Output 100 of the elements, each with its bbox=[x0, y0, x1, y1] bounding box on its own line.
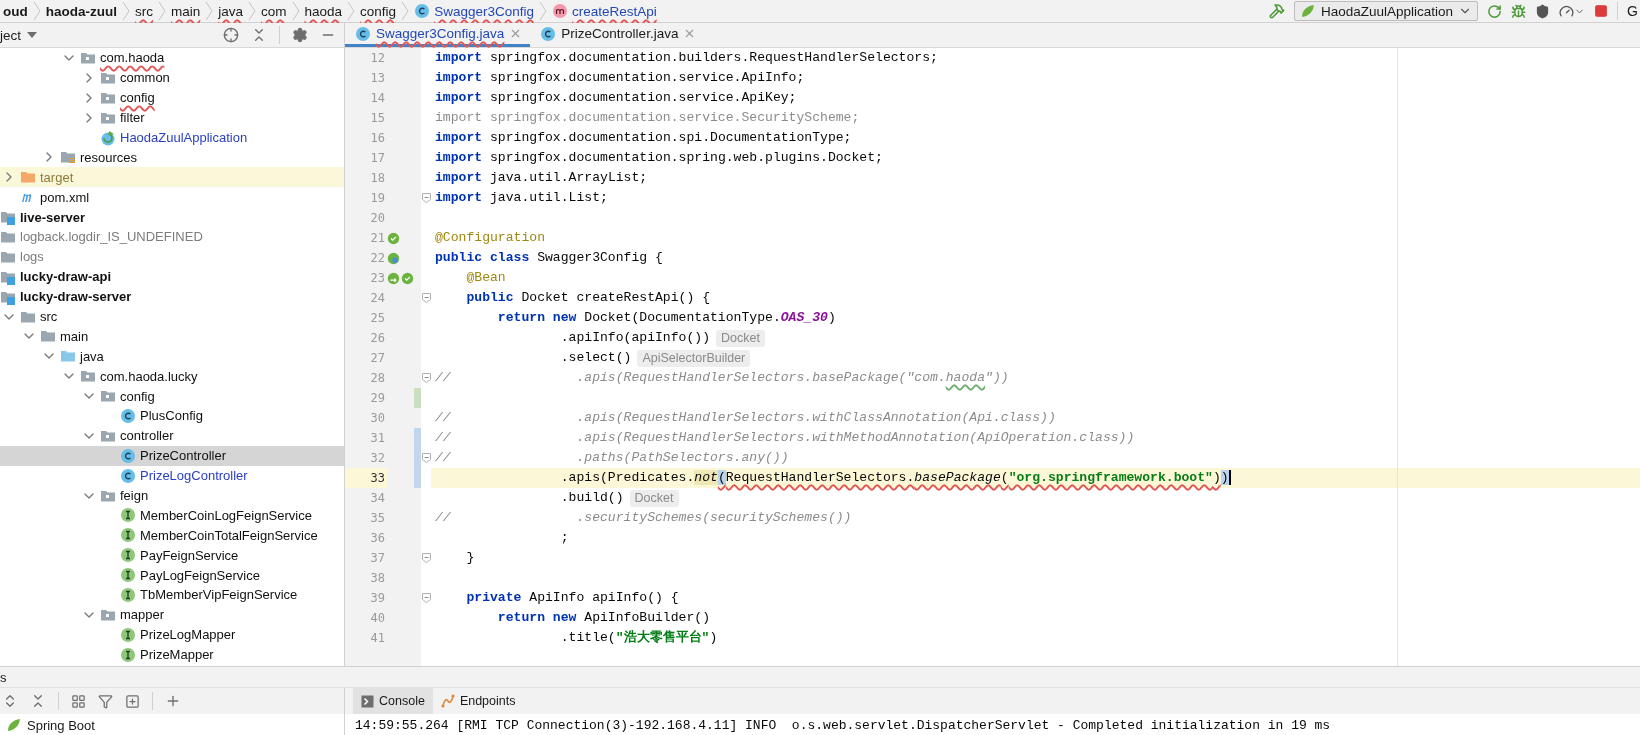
tree-item[interactable]: com.haoda.lucky bbox=[0, 366, 344, 387]
interface-icon bbox=[120, 587, 136, 603]
code-line: // .paths(PathSelectors.any()) bbox=[435, 449, 789, 467]
tree-item[interactable]: PrizeController bbox=[0, 445, 344, 466]
code-line: private ApiInfo apiInfo() { bbox=[465, 589, 679, 607]
fold-icon[interactable] bbox=[421, 453, 431, 463]
breadcrumb-item[interactable]: haoda-zuul bbox=[42, 3, 120, 19]
fold-icon[interactable] bbox=[421, 293, 431, 303]
code-line: import springfox.documentation.builders.RequestHandlerSelectors; bbox=[435, 49, 938, 67]
tree-item[interactable]: src bbox=[0, 306, 344, 327]
rerun-icon[interactable] bbox=[1487, 3, 1503, 19]
breadcrumb-item[interactable]: config bbox=[357, 3, 400, 19]
change-marker[interactable] bbox=[414, 468, 421, 488]
tree-item[interactable]: target bbox=[0, 167, 344, 188]
coverage-icon[interactable] bbox=[1535, 3, 1551, 19]
tree-item[interactable]: pom.xml bbox=[0, 187, 344, 208]
tree-item[interactable]: common bbox=[0, 67, 344, 88]
breadcrumb-item[interactable]: java bbox=[215, 3, 247, 19]
debug-icon[interactable] bbox=[1511, 3, 1527, 19]
tree-item[interactable]: com.haoda bbox=[0, 48, 344, 68]
settings-icon[interactable] bbox=[292, 27, 308, 43]
bean-icon[interactable] bbox=[387, 251, 400, 265]
code-line: .apis(Predicates.not(RequestHandlerSelectors.basePackage("org.springframework.boot")) bbox=[559, 469, 1231, 487]
tree-item[interactable]: PlusConfig bbox=[0, 406, 344, 426]
code-line: .title("浩大零售平台") bbox=[559, 629, 718, 647]
breadcrumb-item[interactable]: haoda bbox=[301, 3, 346, 19]
fold-icon[interactable] bbox=[421, 193, 431, 203]
locate-icon[interactable] bbox=[223, 27, 239, 43]
separator-icon bbox=[122, 1, 130, 21]
tree-item[interactable]: PayFeignService bbox=[0, 545, 344, 566]
tree-item[interactable]: java bbox=[0, 346, 344, 367]
console-icon bbox=[361, 694, 374, 708]
line-number: 22 bbox=[369, 250, 386, 267]
line-number: 14 bbox=[369, 90, 386, 107]
line-number: 28 bbox=[369, 370, 386, 387]
separator-icon bbox=[205, 1, 214, 21]
tree-item[interactable]: config bbox=[0, 386, 344, 407]
tree-item[interactable]: logback.logdir_IS_UNDEFINED bbox=[0, 227, 344, 247]
add-icon[interactable] bbox=[165, 693, 181, 709]
line-number: 38 bbox=[369, 570, 386, 587]
breadcrumb-item[interactable]: Swagger3Config bbox=[411, 3, 537, 19]
code-line: import java.util.ArrayList; bbox=[435, 169, 648, 187]
profiler-icon[interactable] bbox=[1559, 3, 1575, 19]
tree-item[interactable]: controller bbox=[0, 425, 344, 446]
bean-icon[interactable] bbox=[401, 271, 414, 285]
tool-tab[interactable]: Endpoints bbox=[432, 688, 524, 714]
code-line: public Docket createRestApi() { bbox=[465, 289, 711, 307]
bean-icon[interactable] bbox=[387, 231, 400, 245]
bean-link-icon[interactable] bbox=[387, 271, 400, 285]
tree-item[interactable]: filter bbox=[0, 107, 344, 128]
tree-item[interactable]: logs bbox=[0, 246, 344, 267]
line-number: 19 bbox=[369, 190, 386, 207]
editor-tab[interactable]: PrizeController.java bbox=[530, 23, 705, 47]
line-number: 40 bbox=[369, 610, 386, 627]
change-marker[interactable] bbox=[414, 428, 421, 448]
line-number: 35 bbox=[369, 510, 386, 527]
tree-item[interactable]: lucky-draw-api bbox=[0, 266, 344, 287]
line-number: 27 bbox=[369, 350, 386, 367]
group-icon[interactable] bbox=[71, 693, 86, 709]
tree-item[interactable]: mapper bbox=[0, 604, 344, 625]
fold-icon[interactable] bbox=[421, 373, 431, 383]
tree-item[interactable]: MemberCoinTotalFeignService bbox=[0, 525, 344, 546]
change-marker[interactable] bbox=[414, 388, 421, 408]
tree-item[interactable]: PrizeLogController bbox=[0, 465, 344, 486]
tree-item[interactable]: feign bbox=[0, 485, 344, 506]
tool-tab[interactable]: Console bbox=[353, 688, 433, 714]
separator-icon bbox=[401, 1, 410, 21]
package-icon bbox=[100, 388, 116, 405]
interface-icon bbox=[120, 626, 136, 643]
line-number: 39 bbox=[369, 590, 386, 607]
folder-icon bbox=[40, 328, 56, 345]
tree-item[interactable]: HaodaZuulApplication bbox=[0, 127, 344, 148]
view-dropdown[interactable]: ject bbox=[0, 27, 37, 43]
fold-icon[interactable] bbox=[421, 593, 431, 603]
tree-item[interactable]: live-server bbox=[0, 207, 344, 227]
tree-item[interactable]: main bbox=[0, 326, 344, 347]
stop-icon[interactable] bbox=[1594, 4, 1609, 18]
filter-icon[interactable] bbox=[98, 693, 113, 709]
class-icon bbox=[120, 467, 136, 484]
fold-icon[interactable] bbox=[421, 553, 431, 563]
new-tab-icon[interactable] bbox=[125, 693, 140, 709]
line-number: 37 bbox=[369, 550, 386, 567]
breadcrumb-item[interactable]: createRestApi bbox=[548, 3, 660, 19]
breadcrumb-item[interactable]: oud bbox=[0, 3, 31, 19]
tree-item[interactable]: TbMemberVipFeignService bbox=[0, 585, 344, 605]
tree-item[interactable]: PayLogFeignService bbox=[0, 565, 344, 586]
tree-item[interactable]: PrizeMapper bbox=[0, 644, 344, 665]
tree-item[interactable]: Spring Boot bbox=[0, 717, 95, 733]
code-line: import springfox.documentation.service.ApiKey; bbox=[435, 89, 797, 107]
tree-item[interactable]: PrizeLogMapper bbox=[0, 624, 344, 645]
breadcrumb-item[interactable]: com bbox=[258, 3, 290, 19]
line-number: 30 bbox=[369, 410, 386, 427]
build-icon[interactable] bbox=[1269, 3, 1285, 19]
run-configuration-dropdown[interactable]: HaodaZuulApplication bbox=[1294, 1, 1479, 21]
tree-item[interactable]: config bbox=[0, 87, 344, 108]
tree-item[interactable]: lucky-draw-server bbox=[0, 286, 344, 307]
tree-item[interactable]: MemberCoinLogFeignService bbox=[0, 505, 344, 526]
breadcrumb-item[interactable]: src bbox=[132, 3, 156, 19]
breadcrumb-item[interactable]: main bbox=[168, 3, 204, 19]
tree-item[interactable]: resources bbox=[0, 147, 344, 168]
